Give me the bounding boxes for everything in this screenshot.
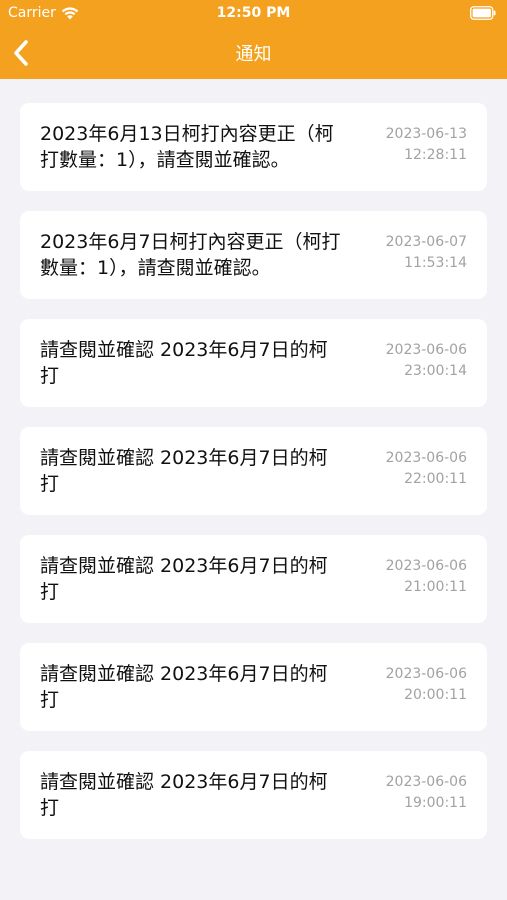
- page-title: 通知: [235, 44, 272, 65]
- notification-timestamp: 2023-06-06 20:00:11: [386, 664, 467, 706]
- battery-icon: [470, 6, 496, 20]
- notification-message: 請查閱並確認 2023年6月7日的柯打: [40, 663, 328, 711]
- notification-card[interactable]: 請查閱並確認 2023年6月7日的柯打 2023-06-06 22:00:11: [20, 427, 487, 515]
- notification-date: 2023-06-13: [385, 126, 467, 142]
- notification-time: 11:53:14: [404, 255, 467, 271]
- notification-timestamp: 2023-06-07 11:53:14: [386, 232, 467, 274]
- notification-message: 2023年6月7日柯打內容更正（柯打數量：1），請查閱並確認。: [40, 231, 341, 279]
- notification-card[interactable]: 請查閱並確認 2023年6月7日的柯打 2023-06-06 21:00:11: [20, 535, 487, 623]
- notification-card[interactable]: 2023年6月7日柯打內容更正（柯打數量：1），請查閱並確認。 2023-06-…: [20, 211, 487, 299]
- notification-time: 19:00:11: [404, 795, 467, 811]
- notification-timestamp: 2023-06-06 21:00:11: [386, 556, 467, 598]
- notification-timestamp: 2023-06-06 19:00:11: [386, 772, 467, 814]
- notification-date: 2023-06-06: [385, 666, 467, 682]
- notification-date: 2023-06-06: [385, 450, 467, 466]
- notification-card[interactable]: 請查閱並確認 2023年6月7日的柯打 2023-06-06 20:00:11: [20, 643, 487, 731]
- notification-date: 2023-06-07: [385, 234, 467, 250]
- notification-timestamp: 2023-06-06 23:00:14: [386, 340, 467, 382]
- header: Carrier 12:50 PM 通知: [0, 0, 507, 79]
- status-bar: Carrier 12:50 PM: [0, 0, 507, 28]
- notification-time: 21:00:11: [404, 579, 467, 595]
- notification-card[interactable]: 2023年6月13日柯打內容更正（柯打數量：1），請查閱並確認。 2023-06…: [20, 103, 487, 191]
- status-time: 12:50 PM: [216, 5, 291, 21]
- notification-card[interactable]: 請查閱並確認 2023年6月7日的柯打 2023-06-06 19:00:11: [20, 751, 487, 839]
- navigation-bar: 通知: [0, 28, 507, 79]
- notification-message: 請查閱並確認 2023年6月7日的柯打: [40, 555, 328, 603]
- notification-list: 2023年6月13日柯打內容更正（柯打數量：1），請查閱並確認。 2023-06…: [20, 103, 487, 859]
- notification-time: 23:00:14: [404, 363, 467, 379]
- notification-message: 請查閱並確認 2023年6月7日的柯打: [40, 339, 328, 387]
- notification-timestamp: 2023-06-06 22:00:11: [386, 448, 467, 490]
- notification-date: 2023-06-06: [385, 774, 467, 790]
- notification-timestamp: 2023-06-13 12:28:11: [386, 124, 467, 166]
- notification-time: 12:28:11: [404, 147, 467, 163]
- notification-message: 請查閱並確認 2023年6月7日的柯打: [40, 771, 328, 819]
- notification-card[interactable]: 請查閱並確認 2023年6月7日的柯打 2023-06-06 23:00:14: [20, 319, 487, 407]
- notification-message: 2023年6月13日柯打內容更正（柯打數量：1），請查閱並確認。: [40, 123, 334, 171]
- notification-time: 22:00:11: [404, 471, 467, 487]
- notification-message: 請查閱並確認 2023年6月7日的柯打: [40, 447, 328, 495]
- notification-date: 2023-06-06: [385, 342, 467, 358]
- notification-date: 2023-06-06: [385, 558, 467, 574]
- notification-time: 20:00:11: [404, 687, 467, 703]
